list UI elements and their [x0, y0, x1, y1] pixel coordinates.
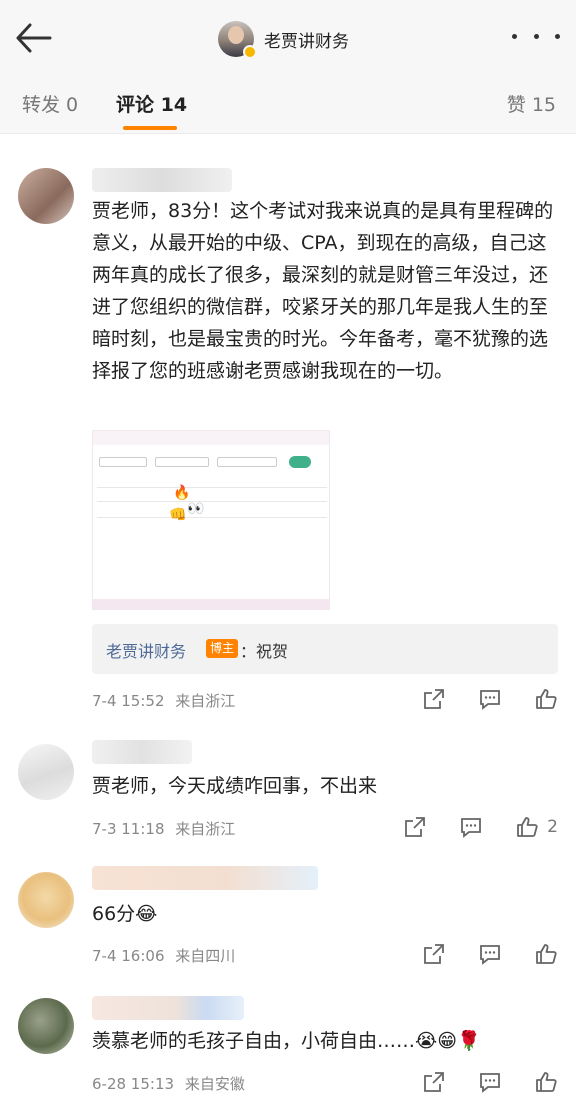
comment-location: 来自浙江: [175, 820, 236, 838]
author-reply[interactable]: 老贾讲财务 博主 ：祝贺: [92, 624, 558, 674]
comment-location: 来自浙江: [175, 692, 236, 710]
comment-meta: 7-4 15:52 来自浙江: [92, 690, 235, 711]
share-icon[interactable]: [422, 1070, 446, 1094]
username-blurred[interactable]: [92, 866, 318, 890]
back-arrow-icon[interactable]: [14, 20, 54, 56]
tab-repost[interactable]: 转发 0: [22, 90, 78, 117]
comment-time: 7-3 11:18: [92, 820, 165, 838]
verified-badge-icon: [243, 45, 257, 59]
comment-actions: [390, 1070, 558, 1094]
avatar[interactable]: [18, 744, 74, 800]
username-blurred[interactable]: [92, 996, 244, 1020]
avatar[interactable]: [18, 998, 74, 1054]
account-header[interactable]: 老贾讲财务: [218, 20, 349, 59]
comment-text: 66分😂: [92, 903, 158, 925]
comment-text: 贾老师，83分！这个考试对我来说真的是具有里程碑的意义，从最开始的中级、CPA，…: [92, 200, 554, 382]
reply-author-link[interactable]: 老贾讲财务: [106, 638, 186, 662]
comment-icon[interactable]: [459, 815, 483, 839]
like-icon[interactable]: [515, 815, 539, 839]
tab-likes[interactable]: 赞 15: [507, 90, 556, 117]
reply-text: ：祝贺: [240, 642, 289, 661]
comment-time: 6-28 15:13: [92, 1075, 175, 1093]
like-count: 2: [547, 817, 558, 837]
avatar[interactable]: [218, 21, 257, 59]
comment-icon[interactable]: [478, 687, 502, 711]
like-icon[interactable]: [534, 687, 558, 711]
active-tab-indicator: [123, 126, 177, 130]
author-badge: 博主: [206, 639, 238, 658]
comment-icon[interactable]: [478, 1070, 502, 1094]
comment-image[interactable]: 🔥 👊 👀: [92, 430, 330, 610]
comment-location: 来自安徽: [184, 1075, 245, 1093]
comment-actions: 2: [371, 815, 558, 839]
comment-text: 羡慕老师的毛孩子自由，小荷自由……😭😁🌹: [92, 1030, 481, 1052]
top-bar: 老贾讲财务: [0, 0, 576, 78]
comment-icon[interactable]: [478, 942, 502, 966]
avatar[interactable]: [18, 168, 74, 224]
share-icon[interactable]: [403, 815, 427, 839]
share-icon[interactable]: [422, 687, 446, 711]
comment-meta: 7-4 16:06 来自四川: [92, 945, 235, 966]
comment-time: 7-4 15:52: [92, 692, 165, 710]
comment-text: 贾老师，今天成绩咋回事，不出来: [92, 775, 378, 797]
username-blurred[interactable]: [92, 168, 232, 192]
like-icon[interactable]: [534, 1070, 558, 1094]
like-icon[interactable]: [534, 942, 558, 966]
page-title: 老贾讲财务: [264, 31, 349, 52]
comment-meta: 6-28 15:13 来自安徽: [92, 1073, 245, 1094]
tab-comments[interactable]: 评论 14: [116, 90, 187, 117]
comment-meta: 7-3 11:18 来自浙江: [92, 818, 235, 839]
more-icon[interactable]: [512, 34, 560, 44]
share-icon[interactable]: [422, 942, 446, 966]
comment-time: 7-4 16:06: [92, 947, 165, 965]
username-blurred[interactable]: [92, 740, 192, 764]
comment-actions: [390, 942, 558, 966]
comment-actions: [390, 687, 558, 711]
avatar[interactable]: [18, 872, 74, 928]
tab-bar: 转发 0 评论 14 赞 15: [0, 78, 576, 134]
comment-location: 来自四川: [175, 947, 236, 965]
